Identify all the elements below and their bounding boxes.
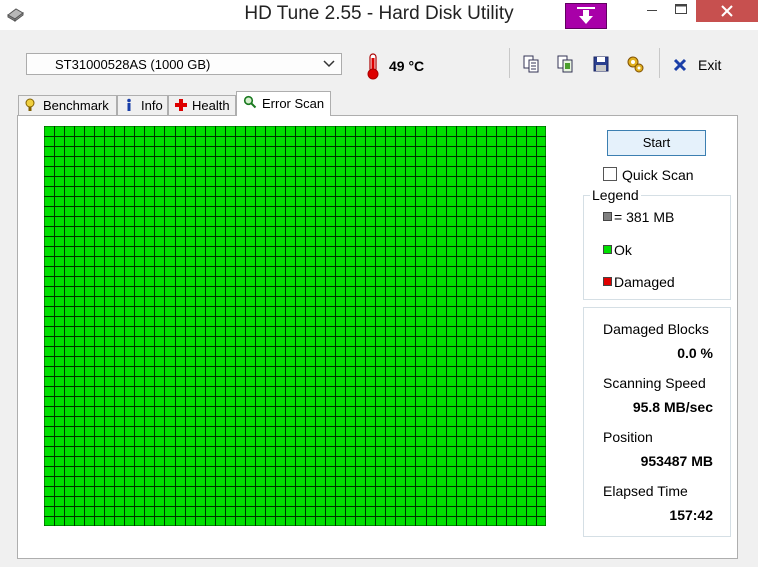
tab-error-scan[interactable]: Error Scan [236,91,331,116]
maximize-button[interactable] [667,0,695,22]
chevron-down-icon [323,60,335,68]
scanning-speed-label: Scanning Speed [603,375,706,391]
start-button[interactable]: Start [607,130,706,156]
tab-info[interactable]: Info [117,95,168,115]
legend-swatch-damaged [603,277,612,286]
tab-benchmark[interactable]: Benchmark [18,95,117,115]
position-label: Position [603,429,653,445]
copy-text-icon[interactable] [522,55,540,73]
elapsed-time-label: Elapsed Time [603,483,688,499]
legend-swatch-ok [603,245,612,254]
legend-swatch-size [603,212,612,221]
tab-label: Health [192,98,230,113]
tab-label: Info [141,98,163,113]
save-icon[interactable] [592,55,610,73]
minimize-icon [647,10,657,11]
legend-title: Legend [590,187,641,203]
close-icon [721,5,733,17]
download-arrow-icon [577,7,595,24]
info-icon [127,98,131,111]
tab-label: Benchmark [43,98,109,113]
quick-scan-checkbox[interactable] [603,167,617,181]
temperature-readout: 49 °C [389,58,425,74]
search-icon [243,95,257,109]
scanning-speed-value: 95.8 MB/sec [632,399,713,415]
close-button[interactable] [696,0,758,22]
scan-block-map [44,126,546,526]
elapsed-time-value: 157:42 [669,507,713,523]
download-button[interactable] [565,3,607,29]
minimize-button[interactable] [638,0,666,22]
toolbar-separator [659,48,660,78]
thermometer-icon [367,53,379,80]
drive-select-value: ST31000528AS (1000 GB) [55,57,211,72]
tab-health[interactable]: Health [168,95,236,115]
drive-select[interactable]: ST31000528AS (1000 GB) [26,53,342,75]
quick-scan-label[interactable]: Quick Scan [622,167,694,183]
toolbar-separator [509,48,510,78]
damaged-blocks-label: Damaged Blocks [603,321,709,337]
exit-x-icon[interactable] [672,57,688,73]
legend-label-ok: Ok [614,242,632,258]
damaged-blocks-value: 0.0 % [677,345,713,361]
benchmark-icon [25,98,35,111]
legend-label-size: = 381 MB [614,209,675,225]
stats-group [583,307,731,537]
exit-button[interactable]: Exit [698,57,721,73]
legend-label-damaged: Damaged [614,274,675,290]
maximize-icon [675,4,687,14]
copy-screenshot-icon[interactable] [556,55,574,73]
tab-label: Error Scan [262,96,325,111]
options-icon[interactable] [626,55,644,73]
health-icon [175,99,187,111]
position-value: 953487 MB [640,453,713,469]
